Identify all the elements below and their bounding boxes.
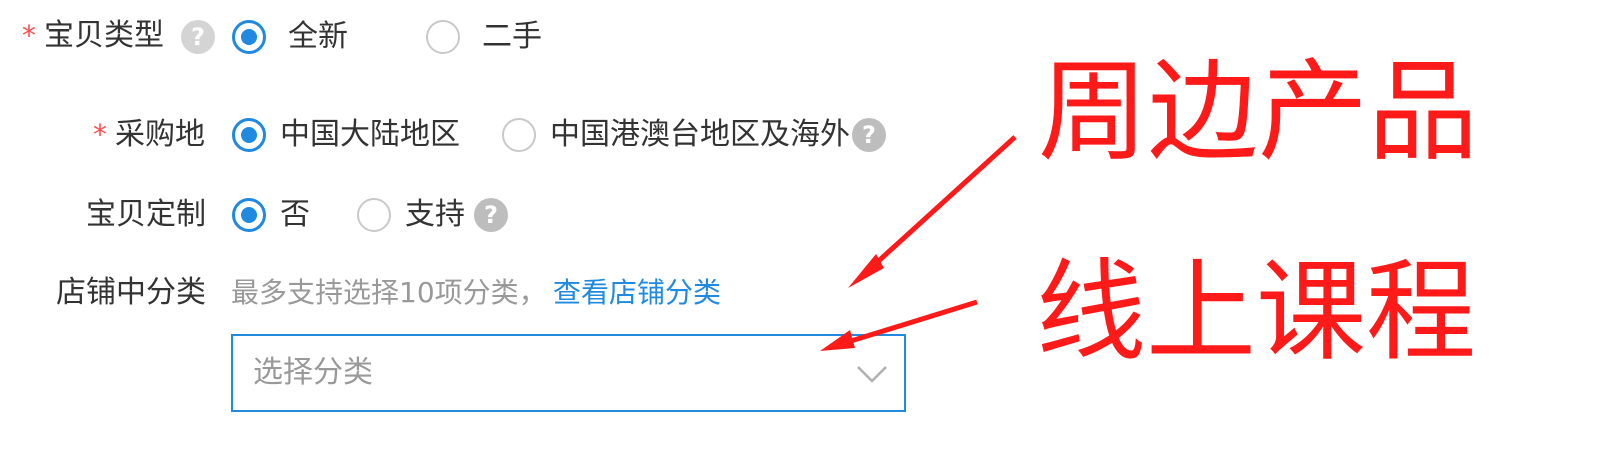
arrow-to-store-category xyxy=(848,135,1017,288)
annotation-peripheral-products: 周边产品 xyxy=(1038,48,1478,176)
arrow-to-category-select xyxy=(820,299,978,351)
annotation-online-courses: 线上课程 xyxy=(1036,248,1476,376)
